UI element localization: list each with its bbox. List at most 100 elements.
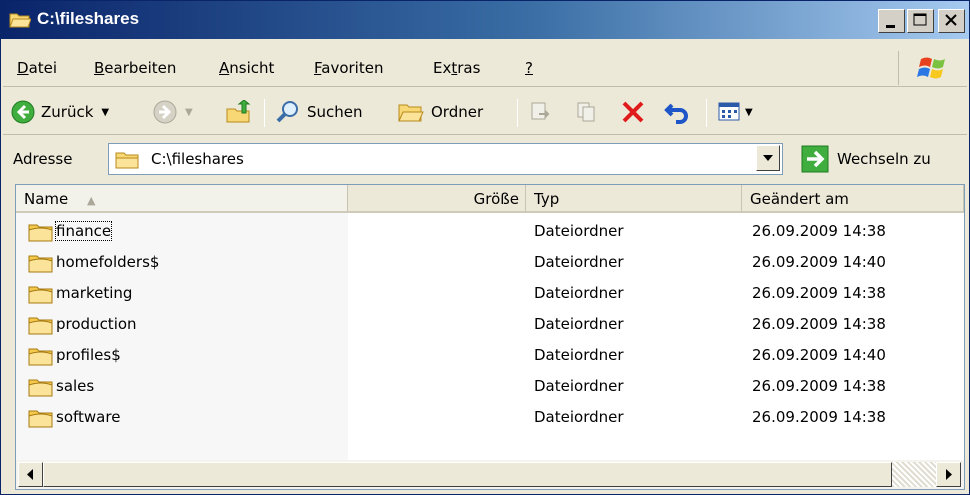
column-label: Größe — [473, 190, 519, 208]
views-dropdown-icon[interactable]: ▼ — [745, 107, 753, 118]
menu-favoriten[interactable]: Favoriten — [314, 59, 383, 77]
menu-bar: Datei Bearbeiten Ansicht Favoriten Extra… — [3, 47, 967, 87]
file-name[interactable]: marketing — [56, 284, 132, 302]
up-folder-icon — [226, 100, 251, 123]
folder-icon — [28, 379, 53, 397]
windows-logo — [898, 51, 960, 85]
window-title: C:\fileshares — [37, 9, 140, 28]
menu-extras[interactable]: Extras — [433, 59, 480, 77]
folders-label: Ordner — [431, 103, 484, 121]
table-row[interactable]: finance Dateiordner 26.09.2009 14:38 — [16, 216, 964, 247]
column-label: Typ — [534, 190, 560, 208]
close-button[interactable] — [938, 9, 965, 33]
scrollbar-thumb[interactable] — [43, 462, 892, 487]
scroll-right-button[interactable] — [936, 462, 961, 487]
back-arrow-icon — [11, 100, 35, 124]
go-arrow-icon — [801, 145, 829, 173]
menu-bearbeiten[interactable]: Bearbeiten — [94, 59, 176, 77]
table-row[interactable]: software Dateiordner 26.09.2009 14:38 — [16, 402, 964, 433]
file-type: Dateiordner — [534, 222, 624, 240]
horizontal-scrollbar[interactable] — [16, 460, 964, 489]
table-row[interactable]: homefolders$ Dateiordner 26.09.2009 14:4… — [16, 247, 964, 278]
folder-icon — [28, 317, 53, 335]
forward-dropdown-icon[interactable]: ▼ — [185, 107, 193, 118]
folder-icon — [28, 255, 53, 273]
column-header-modified[interactable]: Geändert am — [742, 185, 964, 213]
menu-accel: D — [17, 59, 29, 77]
file-name[interactable]: software — [56, 408, 120, 426]
views-button[interactable]: ▼ — [717, 97, 753, 127]
menu-ansicht[interactable]: Ansicht — [219, 59, 274, 77]
file-name[interactable]: homefolders$ — [56, 253, 159, 271]
back-button[interactable]: Zurück ▼ — [11, 97, 109, 127]
move-to-icon — [531, 102, 550, 120]
menu-datei[interactable]: Datei — [17, 59, 57, 77]
minimize-button[interactable] — [878, 9, 905, 33]
table-row[interactable]: marketing Dateiordner 26.09.2009 14:38 — [16, 278, 964, 309]
file-modified: 26.09.2009 14:40 — [752, 253, 886, 271]
file-name[interactable]: sales — [56, 377, 94, 395]
file-type: Dateiordner — [534, 315, 624, 333]
chevron-down-icon — [763, 155, 773, 161]
file-name[interactable]: finance — [54, 221, 113, 241]
forward-arrow-icon — [153, 100, 177, 124]
column-header-size[interactable]: Größe — [348, 185, 526, 213]
address-label: Adresse — [13, 150, 73, 168]
scroll-left-button[interactable] — [18, 462, 43, 487]
title-bar[interactable]: C:\fileshares — [1, 1, 969, 39]
undo-icon — [664, 103, 688, 124]
forward-button[interactable]: ▼ — [153, 97, 193, 127]
menu-label-rest: nsicht — [229, 59, 275, 77]
up-folder-button[interactable] — [225, 97, 251, 127]
scrollbar-track[interactable] — [892, 462, 936, 487]
column-header-name[interactable]: Name ▲ — [16, 185, 348, 213]
file-modified: 26.09.2009 14:38 — [752, 222, 886, 240]
file-modified: 26.09.2009 14:40 — [752, 346, 886, 364]
copy-to-button[interactable] — [575, 97, 599, 127]
folder-icon — [28, 348, 53, 366]
address-input[interactable]: C:\fileshares — [108, 143, 783, 175]
table-row[interactable]: profiles$ Dateiordner 26.09.2009 14:40 — [16, 340, 964, 371]
menu-label-rest: ras — [457, 59, 481, 77]
folder-icon — [28, 410, 53, 428]
search-icon — [276, 101, 298, 123]
menu-accel: A — [219, 59, 230, 77]
column-header-type[interactable]: Typ — [526, 185, 742, 213]
back-dropdown-icon[interactable]: ▼ — [101, 107, 109, 118]
file-name[interactable]: profiles$ — [56, 346, 121, 364]
back-label: Zurück — [41, 103, 94, 121]
views-icon — [718, 102, 740, 121]
menu-label: ? — [525, 59, 533, 77]
menu-accel: B — [94, 59, 105, 77]
minimize-icon — [886, 25, 895, 28]
go-button[interactable]: Wechseln zu — [801, 144, 931, 174]
menu-label-rest: Ex — [433, 59, 452, 77]
undo-button[interactable] — [664, 97, 690, 127]
search-button[interactable]: Suchen — [275, 97, 363, 127]
address-dropdown-button[interactable] — [756, 145, 780, 171]
standard-toolbar: Zurück ▼ ▼ Suchen Ordner ▼ — [3, 91, 967, 135]
folder-icon — [28, 224, 53, 242]
delete-x-icon — [622, 101, 644, 123]
maximize-button[interactable] — [907, 9, 934, 33]
file-type: Dateiordner — [534, 408, 624, 426]
table-row[interactable]: production Dateiordner 26.09.2009 14:38 — [16, 309, 964, 340]
file-modified: 26.09.2009 14:38 — [752, 284, 886, 302]
column-label: Name — [24, 190, 69, 208]
file-list-view[interactable]: Name ▲ Größe Typ Geändert am finance Dat… — [15, 184, 965, 490]
toolbar-separator — [706, 99, 707, 127]
windows-flag-icon — [917, 57, 945, 79]
folder-icon — [28, 286, 53, 304]
folder-open-icon — [9, 13, 31, 28]
move-to-button[interactable] — [529, 97, 553, 127]
file-type: Dateiordner — [534, 346, 624, 364]
file-modified: 26.09.2009 14:38 — [752, 315, 886, 333]
close-icon — [945, 14, 957, 26]
delete-button[interactable] — [620, 97, 646, 127]
file-name[interactable]: production — [56, 315, 137, 333]
table-row[interactable]: sales Dateiordner 26.09.2009 14:38 — [16, 371, 964, 402]
menu-help[interactable]: ? — [525, 59, 533, 77]
folders-button[interactable]: Ordner — [397, 97, 483, 127]
toolbar-separator — [264, 99, 265, 127]
menu-label-rest: earbeiten — [104, 59, 177, 77]
